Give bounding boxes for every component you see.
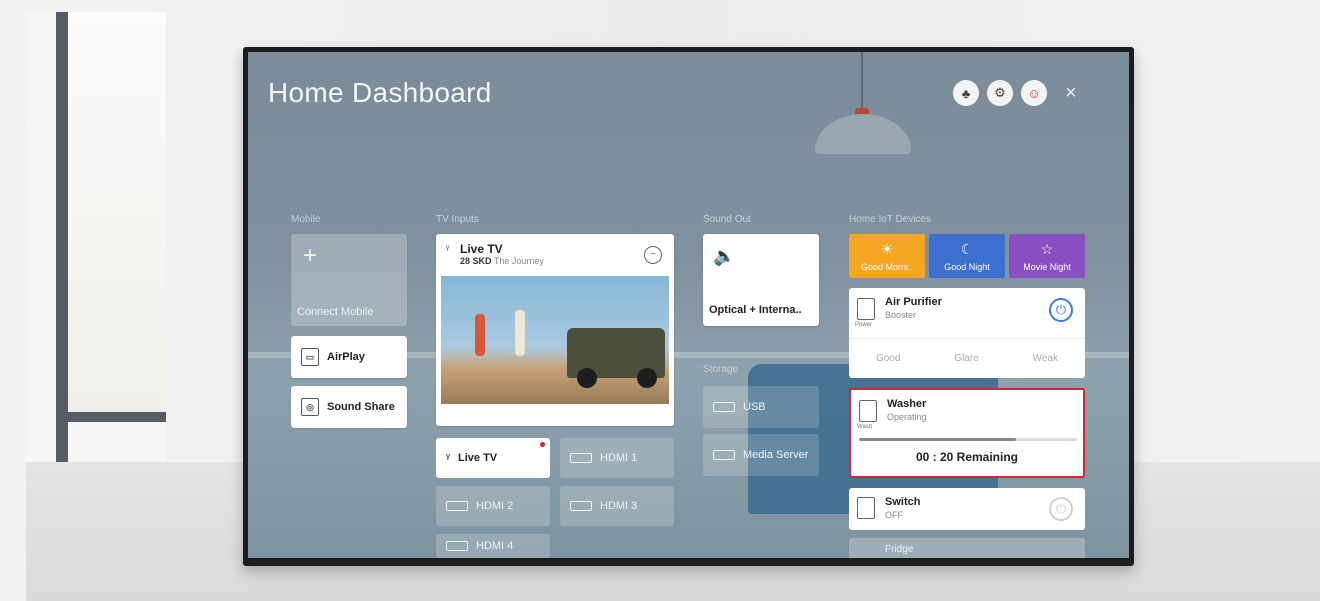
media-server-icon [713,450,735,460]
scene-good-night[interactable]: ☾ Good Night [929,234,1005,278]
source-hdmi-1[interactable]: HDMI 1 [560,438,674,478]
hdmi-icon [446,541,468,551]
device-name: Switch [885,496,921,508]
more-options-icon[interactable]: − [644,246,662,264]
speaker-icon: ◎ [301,398,319,416]
connect-mobile-button[interactable]: + Connect Mobile [291,234,407,326]
device-status: Operating [887,412,927,422]
settings-icon[interactable]: ⚙ [987,80,1013,106]
mode-weak[interactable]: Weak [1033,353,1058,364]
power-icon[interactable]: ⏻ [1049,497,1073,521]
washer-remaining-time: 00 : 20 Remaining [915,450,1019,464]
source-live-tv[interactable]: ᵞ Live TV [436,438,550,478]
lamp-cord [861,52,863,114]
fridge-card[interactable]: Fridge [849,538,1085,558]
account-icon[interactable]: ♣ [953,80,979,106]
section-label-sound-out: Sound Out [703,214,751,225]
profile-icon[interactable]: ☺ [1021,80,1047,106]
page-title: Home Dashboard [268,77,492,108]
usb-icon [713,402,735,412]
source-hdmi-3[interactable]: HDMI 3 [560,486,674,526]
source-label: Live TV [458,452,498,464]
hdmi-icon [570,453,592,463]
live-tv-card[interactable]: ᵞ Live TV 28 SKD The Journey − [436,234,674,426]
source-label: HDMI 2 [476,500,514,512]
device-status: OFF [885,510,903,520]
washer-progress-fill [859,438,1016,441]
sound-share-button[interactable]: ◎ Sound Share [291,386,407,428]
wheel [577,368,597,388]
live-tv-preview [441,276,669,404]
device-name: Fridge [885,544,914,555]
media-server-label: Media Server [743,449,809,461]
sound-output-label: Optical + Interna.. [709,304,802,316]
air-purifier-modes: Good Glare Weak [849,338,1085,378]
scene-movie-night[interactable]: ☆ Movie Night [1009,234,1085,278]
washer-icon [859,400,877,422]
hdmi-icon [446,501,468,511]
top-toolbar: ♣ ⚙ ☺ × [953,80,1077,106]
window-pane [68,12,166,412]
source-label: HDMI 3 [600,500,638,512]
antenna-icon: ᵞ [446,452,451,464]
sound-share-label: Sound Share [327,401,395,413]
moon-icon: ☾ [960,240,974,257]
device-status: Booster [885,310,917,320]
live-tv-channel: 28 SKD The Journey [460,256,544,266]
icon-caption: Power [855,322,873,328]
device-name: Washer [887,398,927,410]
switch-icon [857,497,875,519]
hdmi-icon [570,501,592,511]
lamp-shade [815,114,911,154]
storage-media-server[interactable]: Media Server [703,434,819,476]
air-purifier-icon [857,298,875,320]
airplay-button[interactable]: ▭ AirPlay [291,336,407,378]
airplay-icon: ▭ [301,348,319,366]
live-tv-title: Live TV [460,242,503,256]
scene-label: Good Night [944,261,990,272]
source-label: HDMI 4 [476,540,514,552]
plus-icon: + [303,242,318,269]
person-figure [475,314,485,356]
speaker-icon: 🔈 [713,246,736,266]
power-icon[interactable]: ⏻ [1049,298,1073,322]
source-hdmi-4[interactable]: HDMI 4 [436,534,550,558]
antenna-icon: ᵞ [446,244,450,255]
wheel [637,368,657,388]
scene-label: Movie Night [1023,261,1071,272]
sun-icon: ☀ [880,240,894,257]
window-frame [56,12,68,462]
window-sill [56,412,166,422]
close-icon[interactable]: × [1065,82,1077,105]
air-purifier-card[interactable]: Power Air Purifier Booster ⏻ Good Glare … [849,288,1085,378]
person-figure [515,310,525,356]
program-name: The Journey [493,256,544,266]
scene-good-morning[interactable]: ☀ Good Morni.. [849,234,925,278]
section-label-iot: Home IoT Devices [849,214,932,225]
tv-screen: Home Dashboard ♣ ⚙ ☺ × Mobile TV Inputs … [248,52,1129,558]
source-hdmi-2[interactable]: HDMI 2 [436,486,550,526]
connect-mobile-label: Connect Mobile [297,306,374,318]
section-label-mobile: Mobile [291,214,321,225]
mode-glare[interactable]: Glare [954,353,978,364]
section-label-storage: Storage [703,364,739,375]
storage-usb[interactable]: USB [703,386,819,428]
icon-caption: Wash [857,424,873,430]
scene-label: Good Morni.. [860,261,914,272]
washer-card[interactable]: Wash Washer Operating 00 : 20 Remaining [849,388,1085,478]
source-label: HDMI 1 [600,452,638,464]
device-name: Air Purifier [885,296,942,308]
airplay-label: AirPlay [327,351,365,363]
mode-good[interactable]: Good [876,353,900,364]
washer-progress-bar [859,438,1077,441]
switch-card[interactable]: Switch OFF ⏻ [849,488,1085,530]
tv-set: Home Dashboard ♣ ⚙ ☺ × Mobile TV Inputs … [243,47,1134,566]
sound-output-card[interactable]: 🔈 Optical + Interna.. [703,234,819,326]
star-icon: ☆ [1040,240,1054,257]
active-indicator [540,442,545,447]
usb-label: USB [743,401,766,413]
section-label-tv-inputs: TV Inputs [436,214,479,225]
